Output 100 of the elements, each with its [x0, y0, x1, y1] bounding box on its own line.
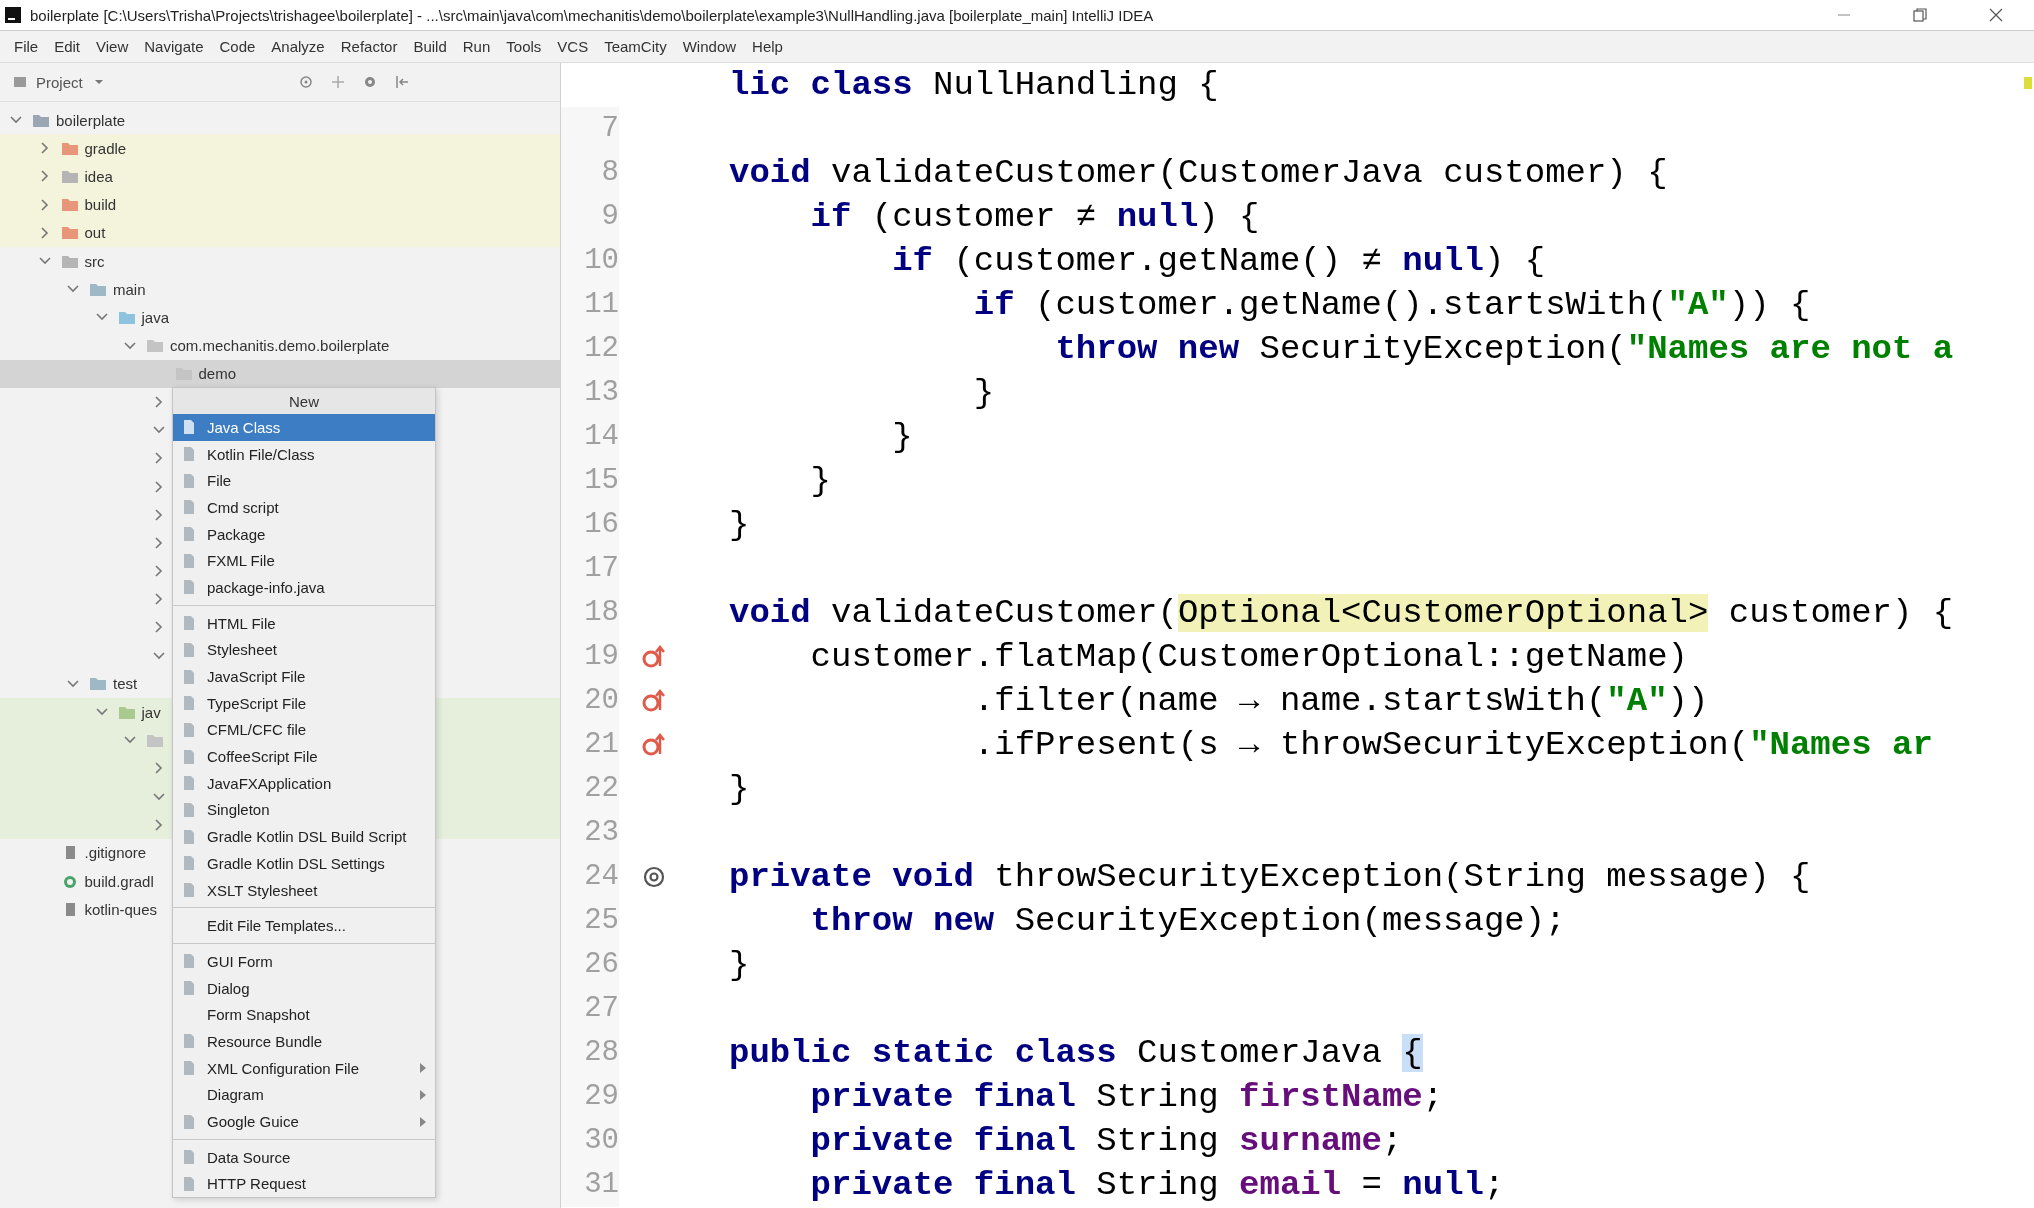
file-icon [181, 579, 197, 596]
code-line: throw new SecurityException(message); [810, 902, 1566, 940]
menu-item[interactable]: FXML File [173, 547, 435, 575]
line-number: 22 [561, 767, 619, 811]
settings-icon[interactable] [362, 74, 378, 90]
menu-item[interactable]: Edit [46, 35, 89, 58]
menu-item[interactable]: Code [211, 35, 264, 58]
menu-item[interactable]: Stylesheet [173, 636, 435, 664]
chevron-icon[interactable] [152, 593, 165, 606]
chevron-icon[interactable] [152, 508, 165, 521]
tree-item[interactable]: kotlin-ques [84, 900, 158, 918]
code-line: void validateCustomer(CustomerJava customer) { [729, 154, 1668, 192]
chevron-icon[interactable] [152, 621, 165, 634]
chevron-icon[interactable] [152, 565, 165, 578]
folder-icon [60, 225, 79, 241]
arrow-marker-icon[interactable] [642, 644, 666, 670]
tree-item[interactable]: com.mechanitis.demo.boilerplate [170, 337, 390, 355]
panel-title[interactable]: Project [36, 73, 83, 91]
code-line: private final String firstName; [810, 1078, 1444, 1116]
tree-item[interactable]: java [141, 308, 170, 326]
line-number: 30 [561, 1119, 619, 1163]
chevron-icon[interactable] [152, 480, 165, 493]
chevron-icon[interactable] [38, 226, 51, 239]
chevron-icon[interactable] [38, 170, 51, 183]
menu-item[interactable]: Google Guice [173, 1108, 435, 1135]
collapse-icon[interactable] [394, 74, 410, 90]
file-icon [181, 472, 197, 489]
menu-item[interactable]: Kotlin File/Class [173, 440, 435, 468]
close-icon[interactable] [1988, 7, 2004, 23]
menu-item[interactable]: File [6, 35, 47, 58]
menu-item[interactable]: View [88, 35, 137, 58]
menu-item[interactable]: Data Source [173, 1143, 435, 1171]
arrow-marker-icon[interactable] [642, 732, 666, 758]
tree-item[interactable]: .gitignore [84, 844, 147, 862]
line-number: 26 [561, 943, 619, 987]
menu-item[interactable]: TeamCity [596, 35, 675, 58]
menu-item[interactable]: HTML File [173, 609, 435, 637]
tree-item[interactable]: gradle [84, 139, 127, 157]
tree-item[interactable]: build [84, 196, 117, 214]
menu-item[interactable]: JavaScript File [173, 663, 435, 690]
chevron-icon[interactable] [152, 395, 165, 408]
chevron-icon[interactable] [152, 536, 165, 549]
menu-item[interactable]: CFML/CFC file [173, 716, 435, 744]
arrow-marker-icon[interactable] [642, 688, 666, 714]
tree-item[interactable]: src [84, 252, 105, 270]
tree-item[interactable]: build.gradl [84, 872, 154, 890]
menu-item[interactable]: VCS [549, 35, 597, 58]
line-number: 16 [561, 503, 619, 547]
menu-item[interactable]: Cmd script [173, 494, 435, 521]
menu-item[interactable]: XML Configuration File [173, 1054, 435, 1082]
menu-item[interactable]: Form Snapshot [173, 1001, 435, 1029]
restore-icon[interactable] [1912, 7, 1928, 23]
menu-item[interactable]: HTTP Request [173, 1170, 435, 1198]
tree-item[interactable]: idea [84, 167, 113, 185]
chevron-icon[interactable] [152, 452, 165, 465]
menu-item[interactable]: Navigate [136, 35, 212, 58]
menu-item[interactable]: File [173, 467, 435, 495]
tree-item[interactable]: out [84, 224, 106, 242]
menu-item[interactable]: CoffeeScript File [173, 743, 435, 770]
tree-item[interactable]: test [113, 675, 138, 693]
menu-item[interactable]: Analyze [263, 35, 333, 58]
menu-item[interactable]: Package [173, 520, 435, 548]
tree-item[interactable]: jav [141, 703, 161, 721]
menu-item[interactable]: Tools [498, 35, 550, 58]
ring-icon[interactable] [642, 864, 666, 890]
chevron-icon[interactable] [152, 790, 165, 803]
chevron-icon[interactable] [38, 198, 51, 211]
menu-item[interactable]: Gradle Kotlin DSL Build Script [173, 823, 435, 850]
code-line: public static class CustomerJava { [729, 1034, 1423, 1072]
chevron-icon[interactable] [152, 762, 165, 775]
menu-item[interactable]: Dialog [173, 974, 435, 1002]
submenu-arrow-icon [419, 1089, 427, 1100]
menu-item[interactable]: Resource Bundle [173, 1028, 435, 1055]
menu-item[interactable]: Refactor [332, 35, 406, 58]
menu-item[interactable]: Run [454, 35, 499, 58]
chevron-icon[interactable] [67, 677, 79, 690]
menu-item[interactable]: JavaFXApplication [173, 769, 435, 797]
folder-icon [60, 197, 79, 213]
menu-item[interactable]: Build [405, 35, 455, 58]
menu-item[interactable]: Window [674, 35, 745, 58]
menu-item[interactable]: TypeScript File [173, 689, 435, 717]
target-icon[interactable] [298, 74, 314, 90]
line-number: 13 [561, 371, 619, 415]
menu-item[interactable]: package-info.java [173, 574, 435, 601]
menu-item[interactable]: GUI Form [173, 948, 435, 975]
tree-item[interactable]: demo [198, 365, 237, 383]
chevron-icon[interactable] [38, 142, 51, 155]
menu-item[interactable]: Diagram [173, 1081, 435, 1109]
chevron-icon[interactable] [124, 339, 136, 352]
chevron-icon[interactable] [152, 818, 165, 831]
tree-item[interactable]: main [113, 280, 146, 298]
chevron-icon[interactable] [152, 649, 165, 662]
tree-item[interactable]: boilerplate [56, 111, 126, 129]
menu-item[interactable]: Edit File Templates... [173, 912, 435, 940]
menu-item[interactable]: XSLT Stylesheet [173, 876, 435, 904]
folder-icon [117, 704, 136, 720]
menu-item[interactable]: Singleton [173, 796, 435, 824]
menu-item[interactable]: Java Class [173, 414, 435, 441]
menu-item[interactable]: Gradle Kotlin DSL Settings [173, 850, 435, 877]
menu-item[interactable]: Help [744, 35, 791, 58]
